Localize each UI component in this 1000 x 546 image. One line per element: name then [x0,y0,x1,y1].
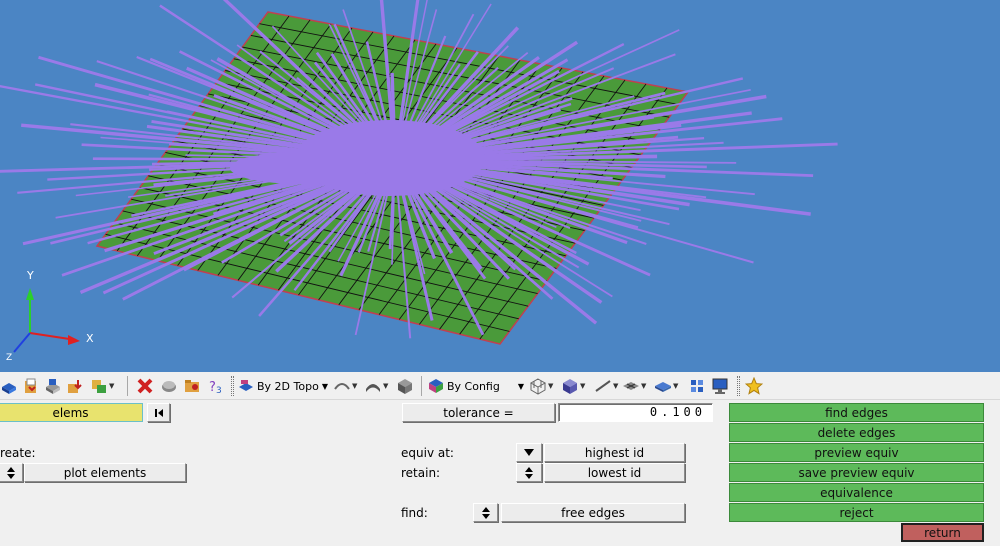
chevron-down-icon: ▼ [673,382,679,390]
toolbar-grip[interactable] [737,376,740,396]
elems-selector[interactable]: elems [0,403,143,422]
chevron-down-icon: ▼ [517,381,524,391]
preview-equiv-button[interactable]: preview equiv [729,443,984,462]
chevron-down-icon: ▼ [613,382,619,390]
toolbar-separator [421,376,422,396]
solid-cube-icon[interactable] [396,375,414,397]
chevron-down-icon: ▼ [352,382,358,390]
triad-z-label: Z [6,353,13,363]
find-value[interactable]: free edges [501,503,685,522]
reject-button[interactable]: reject [729,503,984,522]
open-model-icon[interactable] [0,375,18,397]
first-icon [154,408,163,417]
triad-z-axis [13,332,31,353]
equiv-at-value[interactable]: highest id [544,443,685,462]
reset-selection-button[interactable] [147,403,170,422]
star-icon[interactable] [745,375,763,397]
triad-x-arrow [68,335,80,345]
up-down-icon [6,466,15,479]
monitor-icon[interactable] [711,375,729,397]
chevron-down-icon: ▼ [321,381,328,391]
create-toggle[interactable] [0,463,23,482]
delete-icon[interactable] [136,375,154,397]
config-select-value: By Config [447,379,500,393]
palette-icon[interactable] [688,375,706,397]
graphics-viewport[interactable]: X Y Z [0,0,1000,372]
return-button[interactable]: return [901,523,984,542]
save-model-icon[interactable] [44,375,62,397]
toolbar-separator [127,376,128,396]
config-icon [429,379,443,393]
equiv-at-label: equiv at: [401,446,454,460]
tolerance-input[interactable]: 0.100 [558,403,713,422]
component-icon[interactable]: ▼ [90,375,114,397]
equivalence-panel: elems reate: plot elements tolerance = 0… [0,400,1000,546]
retain-toggle[interactable] [516,463,542,482]
surface-icon[interactable]: ▼ [654,375,678,397]
mask-icon[interactable] [160,375,178,397]
svg-text:3: 3 [216,386,222,395]
plot-elements-button[interactable]: plot elements [24,463,186,482]
surface-edit-icon[interactable]: ▼ [333,375,357,397]
retain-value[interactable]: lowest id [544,463,685,482]
retain-label: retain: [401,466,441,480]
normals-core-left [230,152,370,184]
toolbar-grip[interactable] [231,376,234,396]
find-label: find: [401,506,428,520]
solid-edit-icon[interactable]: ▼ [364,375,388,397]
toolbar: ▼ ? 3 By 2D Topo ▼ ▼ ▼ By Config ▼ ▼ ▼ ▼… [0,372,1000,400]
find-toggle[interactable] [473,503,498,522]
chevron-down-icon: ▼ [383,382,389,390]
config-select[interactable]: By Config ▼ [428,376,524,396]
topo-icon [239,380,253,391]
topo-select[interactable]: By 2D Topo ▼ [238,376,330,396]
triad-x-label: X [86,332,94,345]
wireframe-icon[interactable]: ▼ [529,375,553,397]
chevron-down-icon [524,449,534,456]
topo-select-value: By 2D Topo [257,379,319,393]
folder-icon[interactable] [183,375,201,397]
chevron-down-icon: ▼ [109,382,115,390]
export-icon[interactable] [66,375,84,397]
chevron-down-icon: ▼ [548,382,554,390]
line-icon[interactable]: ▼ [594,375,618,397]
chevron-down-icon: ▼ [580,382,586,390]
triad-y-label: Y [27,269,34,282]
element-icon[interactable]: ▼ [622,375,646,397]
delete-edges-button[interactable]: delete edges [729,423,984,442]
triad-y-arrow [26,288,34,300]
equiv-at-dropdown[interactable] [516,443,542,462]
tolerance-button[interactable]: tolerance = [402,403,555,422]
chevron-down-icon: ▼ [641,382,647,390]
equivalence-button[interactable]: equivalence [729,483,984,502]
mesh-model[interactable] [0,0,1000,372]
help-icon[interactable]: ? 3 [206,375,224,397]
create-label: reate: [0,446,36,460]
shaded-icon[interactable]: ▼ [561,375,585,397]
find-edges-button[interactable]: find edges [729,403,984,422]
up-down-icon [525,466,533,479]
import-icon[interactable] [22,375,40,397]
save-preview-equiv-button[interactable]: save preview equiv [729,463,984,482]
up-down-icon [481,506,490,519]
svg-text:?: ? [209,380,216,395]
